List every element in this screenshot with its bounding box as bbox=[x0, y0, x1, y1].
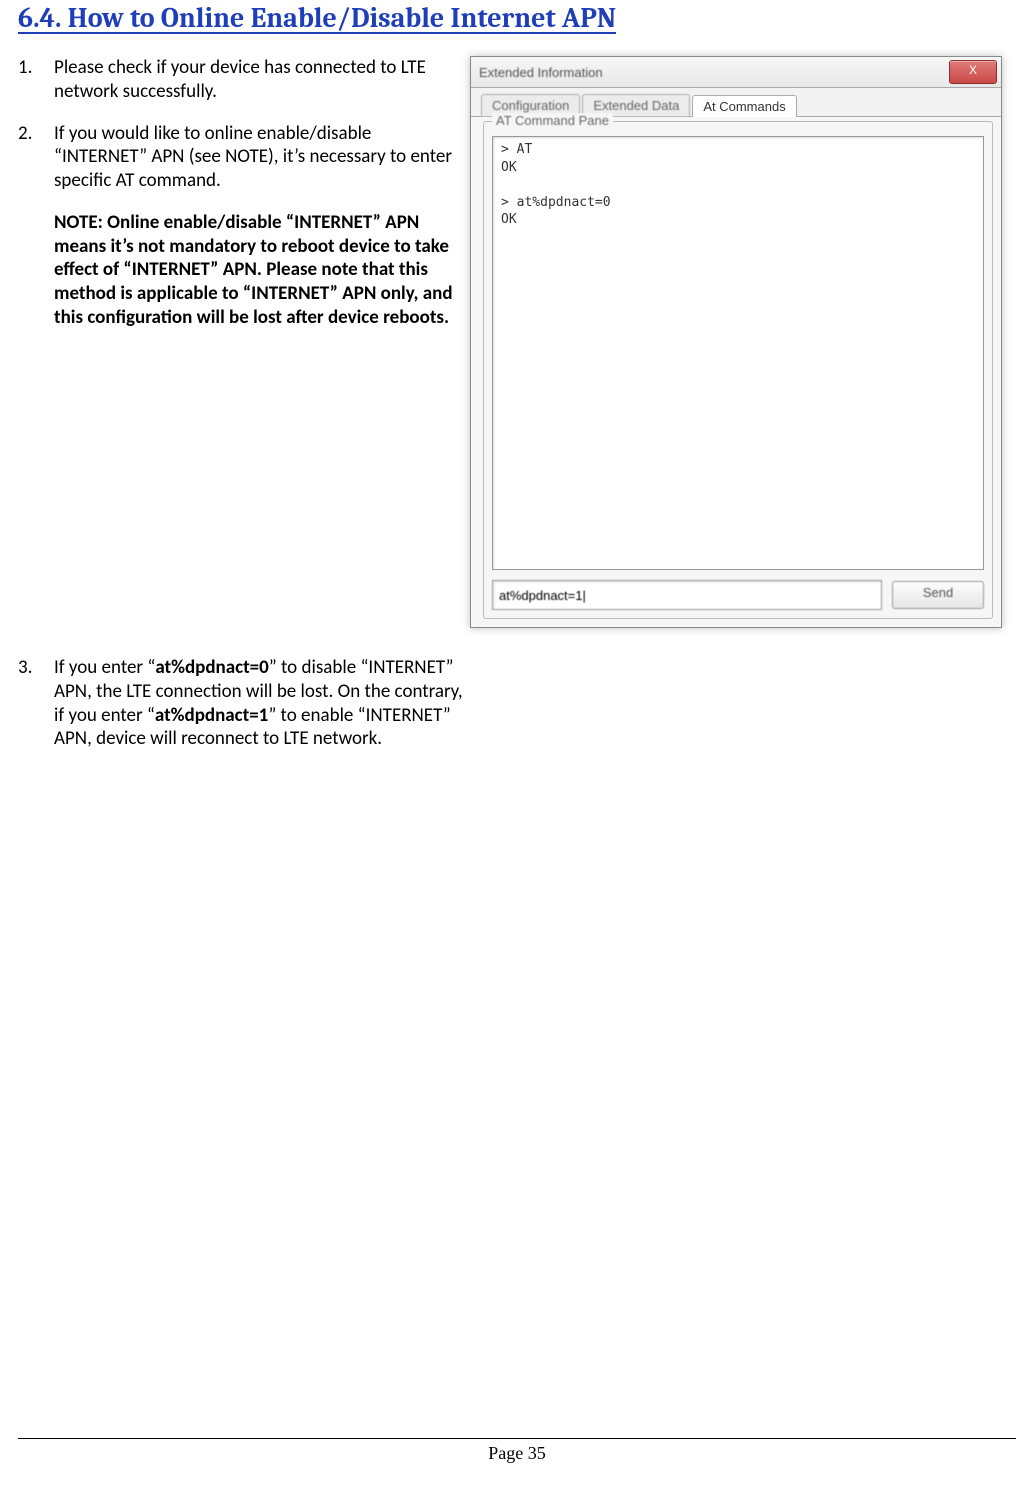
step-body: Please check if your device has connecte… bbox=[54, 56, 464, 104]
tab-pane: AT Command Pane > AT OK > at%dpdnact=0 O… bbox=[471, 117, 1001, 627]
step-number: 2. bbox=[18, 122, 54, 193]
send-button[interactable]: Send bbox=[892, 581, 984, 609]
close-button[interactable]: X bbox=[949, 60, 997, 84]
tab-at-commands[interactable]: At Commands bbox=[692, 95, 796, 117]
step-body: If you enter “at%dpdnact=0” to disable “… bbox=[54, 656, 470, 751]
command-bold: at%dpdnact=1 bbox=[155, 704, 268, 727]
close-icon: X bbox=[969, 63, 977, 77]
section-heading: 6.4. How to Online Enable/Disable Intern… bbox=[18, 0, 1016, 34]
step-3: 3. If you enter “at%dpdnact=0” to disabl… bbox=[18, 656, 470, 751]
document-page: 6.4. How to Online Enable/Disable Intern… bbox=[0, 0, 1034, 1492]
text-fragment: If you enter “ bbox=[54, 656, 155, 679]
step-2: 2. If you would like to online enable/di… bbox=[18, 122, 464, 193]
step-number: 3. bbox=[18, 656, 54, 751]
command-bold: at%dpdnact=0 bbox=[155, 656, 268, 679]
extended-information-window: Extended Information X Configuration Ext… bbox=[470, 56, 1002, 628]
step-1: 1. Please check if your device has conne… bbox=[18, 56, 464, 104]
send-row: Send bbox=[492, 580, 984, 610]
group-label: AT Command Pane bbox=[492, 113, 613, 128]
text-column: 1. Please check if your device has conne… bbox=[18, 56, 470, 350]
page-footer: Page 35 bbox=[18, 1438, 1016, 1464]
at-output-textarea[interactable]: > AT OK > at%dpdnact=0 OK bbox=[492, 136, 984, 570]
lower-steps: 3. If you enter “at%dpdnact=0” to disabl… bbox=[18, 656, 1016, 751]
step-body: If you would like to online enable/disab… bbox=[54, 122, 464, 193]
note-paragraph: NOTE: Online enable/disable “INTERNET” A… bbox=[18, 211, 464, 330]
step-number: 1. bbox=[18, 56, 54, 104]
at-command-input[interactable] bbox=[492, 580, 882, 610]
window-titlebar: Extended Information X bbox=[471, 57, 1001, 88]
screenshot-column: Extended Information X Configuration Ext… bbox=[470, 56, 1004, 628]
two-column-row: 1. Please check if your device has conne… bbox=[18, 56, 1016, 628]
window-title: Extended Information bbox=[479, 65, 603, 80]
at-command-group: AT Command Pane > AT OK > at%dpdnact=0 O… bbox=[483, 121, 993, 619]
